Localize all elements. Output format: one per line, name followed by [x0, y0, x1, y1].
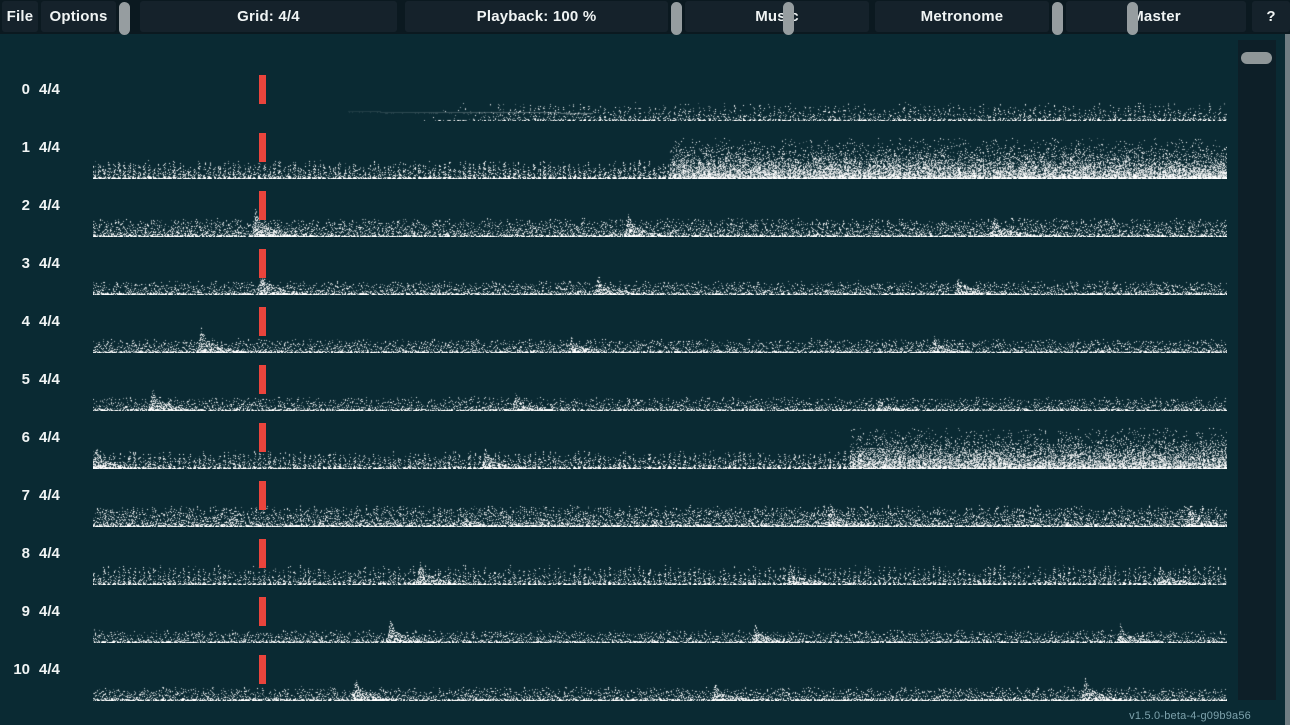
- track-number: 5: [4, 371, 30, 388]
- menu-item-file-label: File: [7, 8, 34, 25]
- track-number: 9: [4, 603, 30, 620]
- track-time-signature: 4/4: [39, 81, 60, 98]
- menu-item-file[interactable]: File: [2, 1, 38, 32]
- grid-setting-label: Grid: 4/4: [237, 8, 300, 25]
- track-number: 8: [4, 545, 30, 562]
- playback-speed-label: Playback: 100 %: [477, 8, 597, 25]
- track-row: 9 4/4: [0, 585, 1290, 643]
- track-row: 6 4/4: [0, 411, 1290, 469]
- track-row: 7 4/4: [0, 469, 1290, 527]
- track-number: 2: [4, 197, 30, 214]
- playback-slider-handle[interactable]: [671, 2, 682, 35]
- track-row: 0 4/4: [0, 63, 1290, 121]
- track-time-signature: 4/4: [39, 429, 60, 446]
- track-time-signature: 4/4: [39, 603, 60, 620]
- track-time-signature: 4/4: [39, 255, 60, 272]
- metronome-volume-handle[interactable]: [1052, 2, 1063, 35]
- track-row: 8 4/4: [0, 527, 1290, 585]
- track-time-signature: 4/4: [39, 139, 60, 156]
- metronome-volume-label: Metronome: [921, 8, 1004, 25]
- playhead-dash[interactable]: [259, 307, 266, 336]
- playhead-dash[interactable]: [259, 655, 266, 684]
- version-label: v1.5.0-beta-4-g09b9a56: [1129, 710, 1251, 722]
- metronome-volume-slider[interactable]: Metronome: [875, 1, 1049, 32]
- master-volume-label: Master: [1131, 8, 1181, 25]
- grid-setting-button[interactable]: Grid: 4/4: [140, 1, 397, 32]
- track-row: 5 4/4: [0, 353, 1290, 411]
- playhead-dash[interactable]: [259, 597, 266, 626]
- music-volume-handle[interactable]: [783, 2, 794, 35]
- track-time-signature: 4/4: [39, 545, 60, 562]
- playhead-dash[interactable]: [259, 423, 266, 452]
- track-row: 3 4/4: [0, 237, 1290, 295]
- main-area: v1.5.0-beta-4-g09b9a56 0 4/4 1 4/4 2 4/4…: [0, 34, 1290, 725]
- playhead-dash[interactable]: [259, 75, 266, 104]
- track-row: 2 4/4: [0, 179, 1290, 237]
- music-volume-slider[interactable]: Music: [685, 1, 869, 32]
- playback-speed-slider[interactable]: Playback: 100 %: [405, 1, 668, 32]
- track-number: 1: [4, 139, 30, 156]
- master-volume-slider[interactable]: Master: [1066, 1, 1246, 32]
- track-row: 4 4/4: [0, 295, 1290, 353]
- track-time-signature: 4/4: [39, 371, 60, 388]
- track-number: 6: [4, 429, 30, 446]
- playhead-dash[interactable]: [259, 249, 266, 278]
- playhead-dash[interactable]: [259, 481, 266, 510]
- playhead-dash[interactable]: [259, 133, 266, 162]
- help-button[interactable]: ?: [1252, 1, 1290, 32]
- menu-item-options[interactable]: Options: [41, 1, 116, 32]
- playhead-dash[interactable]: [259, 539, 266, 568]
- track-number: 7: [4, 487, 30, 504]
- track-time-signature: 4/4: [39, 197, 60, 214]
- track-number: 10: [4, 661, 30, 678]
- menu-item-options-label: Options: [49, 8, 107, 25]
- master-volume-handle[interactable]: [1127, 2, 1138, 35]
- playhead-dash[interactable]: [259, 365, 266, 394]
- help-button-label: ?: [1266, 8, 1275, 25]
- track-row: 10 4/4: [0, 643, 1290, 701]
- track-number: 0: [4, 81, 30, 98]
- playhead-dash[interactable]: [259, 191, 266, 220]
- layout-splitter-handle[interactable]: [119, 2, 130, 35]
- track-number: 4: [4, 313, 30, 330]
- menu-bar: File Options Grid: 4/4 Playback: 100 % M…: [0, 0, 1290, 34]
- track-row: 1 4/4: [0, 121, 1290, 179]
- track-time-signature: 4/4: [39, 661, 60, 678]
- track-number: 3: [4, 255, 30, 272]
- app-window: File Options Grid: 4/4 Playback: 100 % M…: [0, 0, 1290, 725]
- track-time-signature: 4/4: [39, 313, 60, 330]
- track-time-signature: 4/4: [39, 487, 60, 504]
